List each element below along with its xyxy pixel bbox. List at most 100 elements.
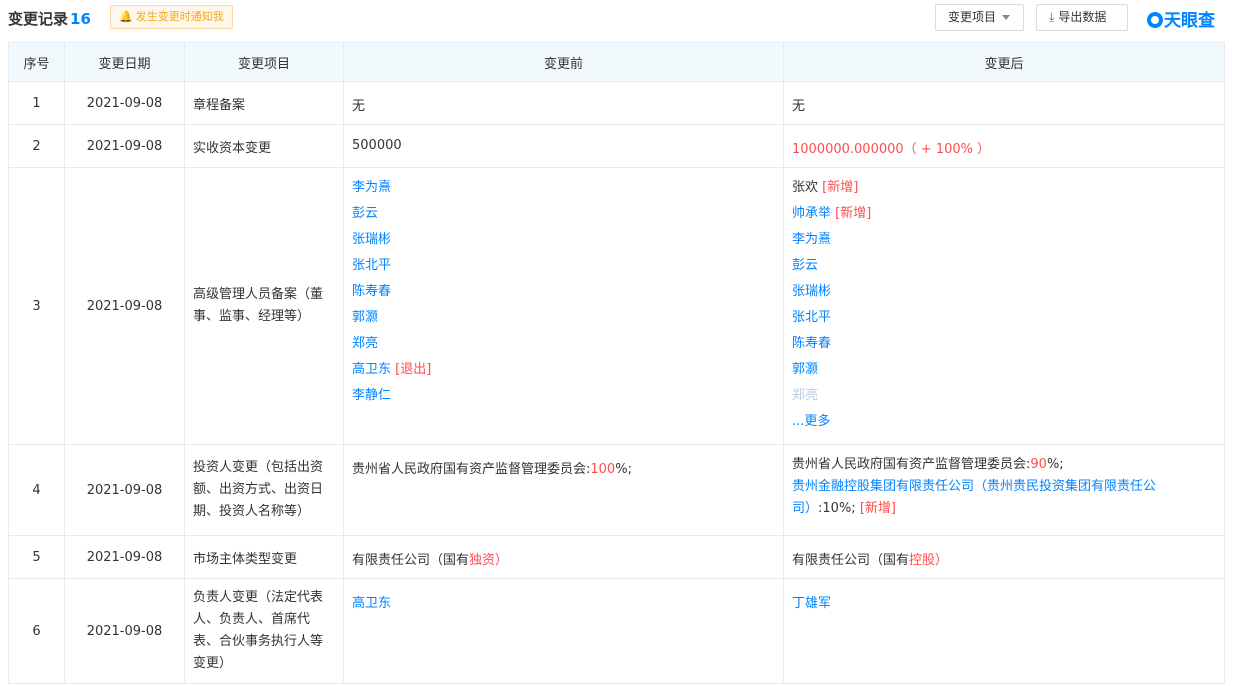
- change-type-label: 变更项目: [948, 10, 997, 24]
- investor-name: 贵州省人民政府国有资产监督管理委员会:: [352, 462, 591, 477]
- exit-tag: [退出]: [395, 362, 432, 377]
- column-header-before: 变更前: [343, 42, 784, 82]
- notify-button[interactable]: 🔔 发生变更时通知我: [110, 5, 233, 29]
- row-after: 1000000.000000（ + 100% ）: [783, 124, 1225, 168]
- person-link[interactable]: 郑亮: [352, 331, 775, 357]
- person-link[interactable]: 彭云: [352, 201, 775, 227]
- investor-suffix: %;: [1046, 457, 1064, 472]
- row-item: 章程备案: [184, 81, 344, 125]
- row-index: 6: [8, 578, 65, 684]
- paren-close: ）: [495, 553, 509, 568]
- paren-open: （国有: [430, 553, 470, 568]
- row-date: 2021-09-08: [64, 124, 185, 168]
- column-header-after: 变更后: [783, 42, 1225, 82]
- bell-icon: 🔔: [119, 10, 133, 23]
- paren-close: ）: [935, 553, 949, 568]
- person-link[interactable]: 陈寿春: [352, 279, 775, 305]
- person-link[interactable]: 陈寿春: [792, 331, 1216, 357]
- type-highlight: 控股: [909, 553, 936, 568]
- row-index: 4: [8, 444, 65, 536]
- type-text: 有限责任公司: [792, 553, 871, 568]
- row-item: 投资人变更（包括出资额、出资方式、出资日期、投资人名称等）: [184, 444, 344, 536]
- row-item: 市场主体类型变更: [184, 535, 344, 579]
- table-row: 5 2021-09-08 市场主体类型变更 有限责任公司（国有独资） 有限责任公…: [8, 535, 1225, 579]
- person-entry: 帅承举 [新增]: [792, 201, 1216, 227]
- row-date: 2021-09-08: [64, 578, 185, 684]
- new-tag: [新增]: [822, 180, 859, 195]
- type-highlight: 独资: [469, 553, 496, 568]
- person-link[interactable]: 李为熹: [352, 175, 775, 201]
- row-item: 实收资本变更: [184, 124, 344, 168]
- person-link[interactable]: 李静仁: [352, 383, 775, 409]
- new-tag: [新增]: [835, 206, 872, 221]
- person-entry: 高卫东 [退出]: [352, 357, 775, 383]
- row-after: 丁雄军: [783, 578, 1225, 684]
- section-title-text: 变更记录: [8, 10, 69, 28]
- person-link[interactable]: 丁雄军: [792, 596, 831, 611]
- row-after: 有限责任公司（国有控股）: [783, 535, 1225, 579]
- person-link[interactable]: 高卫东: [352, 362, 391, 377]
- download-icon: ⤓: [1049, 10, 1055, 24]
- person-name: 张欢: [792, 180, 819, 195]
- investor-pct: 90: [1030, 457, 1047, 472]
- brand-name: 天眼查: [1164, 11, 1215, 31]
- person-link[interactable]: 高卫东: [352, 596, 391, 611]
- row-after: 张欢 [新增] 帅承举 [新增] 李为熹 彭云 张瑞彬 张北平 陈寿春 郭灏 郑…: [783, 167, 1225, 445]
- section-title: 变更记录 16: [8, 8, 91, 29]
- row-item: 高级管理人员备案（董事、监事、经理等）: [184, 167, 344, 445]
- logo-icon: [1147, 12, 1163, 28]
- row-before: 贵州省人民政府国有资产监督管理委员会:100%;: [343, 444, 784, 536]
- person-link[interactable]: 张北平: [792, 305, 1216, 331]
- row-date: 2021-09-08: [64, 535, 185, 579]
- export-label: 导出数据: [1058, 10, 1107, 24]
- row-after: 贵州省人民政府国有资产监督管理委员会:90%; 贵州金融控股集团有限责任公司（贵…: [783, 444, 1225, 536]
- row-before: 无: [343, 81, 784, 125]
- person-link-faded[interactable]: 郑亮: [792, 383, 1216, 409]
- person-entry: 张欢 [新增]: [792, 175, 1216, 201]
- row-date: 2021-09-08: [64, 167, 185, 445]
- person-link[interactable]: 李为熹: [792, 227, 1216, 253]
- change-type-dropdown[interactable]: 变更项目: [935, 4, 1024, 31]
- row-before: 李为熹 彭云 张瑞彬 张北平 陈寿春 郭灏 郑亮 高卫东 [退出] 李静仁: [343, 167, 784, 445]
- person-link[interactable]: 郭灏: [792, 357, 1216, 383]
- row-index: 3: [8, 167, 65, 445]
- row-index: 5: [8, 535, 65, 579]
- column-header-item: 变更项目: [184, 42, 344, 82]
- more-link[interactable]: ...更多: [792, 409, 1216, 435]
- person-link[interactable]: 张瑞彬: [792, 279, 1216, 305]
- row-before: 有限责任公司（国有独资）: [343, 535, 784, 579]
- row-after: 无: [783, 81, 1225, 125]
- new-tag: [新增]: [859, 501, 896, 516]
- row-index: 1: [8, 81, 65, 125]
- investor-share: :10%;: [818, 501, 856, 516]
- investor-suffix: %;: [615, 462, 632, 477]
- investor-pct: 100: [590, 462, 616, 477]
- export-button[interactable]: ⤓ 导出数据: [1036, 4, 1128, 31]
- table-row: 6 2021-09-08 负责人变更（法定代表人、负责人、首席代表、合伙事务执行…: [8, 578, 1225, 684]
- page-header: 变更记录 16 🔔 发生变更时通知我 变更项目 ⤓ 导出数据 天眼查: [0, 0, 1242, 40]
- notify-label: 发生变更时通知我: [135, 10, 224, 23]
- row-before: 高卫东: [343, 578, 784, 684]
- row-date: 2021-09-08: [64, 81, 185, 125]
- table-row: 4 2021-09-08 投资人变更（包括出资额、出资方式、出资日期、投资人名称…: [8, 444, 1225, 536]
- table-row: 3 2021-09-08 高级管理人员备案（董事、监事、经理等） 李为熹 彭云 …: [8, 167, 1225, 445]
- row-index: 2: [8, 124, 65, 168]
- person-link[interactable]: 郭灏: [352, 305, 775, 331]
- table-header-row: 序号 变更日期 变更项目 变更前 变更后: [8, 42, 1225, 82]
- investor-name: 贵州省人民政府国有资产监督管理委员会:: [792, 457, 1031, 472]
- row-before: 500000: [343, 124, 784, 168]
- column-header-index: 序号: [8, 42, 65, 82]
- person-link[interactable]: 彭云: [792, 253, 1216, 279]
- paren-open: （国有: [870, 553, 910, 568]
- chevron-down-icon: [1002, 15, 1011, 20]
- row-date: 2021-09-08: [64, 444, 185, 536]
- person-link[interactable]: 张北平: [352, 253, 775, 279]
- record-count: 16: [70, 10, 91, 28]
- column-header-date: 变更日期: [64, 42, 185, 82]
- table-row: 2 2021-09-08 实收资本变更 500000 1000000.00000…: [8, 124, 1225, 168]
- person-link[interactable]: 张瑞彬: [352, 227, 775, 253]
- row-item: 负责人变更（法定代表人、负责人、首席代表、合伙事务执行人等变更）: [184, 578, 344, 684]
- type-text: 有限责任公司: [352, 553, 431, 568]
- person-link[interactable]: 帅承举: [792, 206, 831, 221]
- change-records-table: 序号 变更日期 变更项目 变更前 变更后 1 2021-09-08 章程备案 无…: [8, 42, 1225, 684]
